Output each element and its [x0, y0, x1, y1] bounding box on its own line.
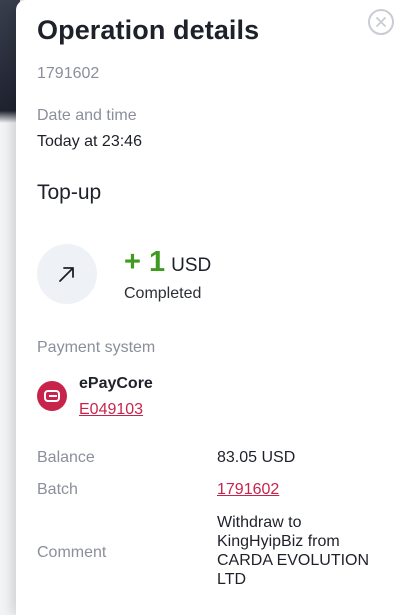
batch-label: Batch: [37, 481, 78, 498]
operation-type: Top-up: [37, 181, 102, 204]
arrow-up-right-icon: [59, 267, 74, 282]
amount-currency: USD: [171, 255, 212, 276]
page-title: Operation details: [37, 15, 260, 45]
comment-value: Withdraw to KingHyipBiz from CARDA EVOLU…: [217, 514, 370, 588]
operation-amount: + 1 USD: [124, 246, 211, 279]
batch-link[interactable]: 1791602: [217, 481, 279, 499]
payment-account-link[interactable]: E049103: [79, 401, 143, 419]
amount-value: + 1: [124, 246, 166, 278]
payment-system-name: ePayCore: [79, 375, 153, 392]
payment-system-label: Payment system: [37, 339, 156, 356]
datetime-label: Date and time: [37, 107, 137, 124]
balance-value: 83.05 USD: [217, 449, 296, 466]
status-text: Completed: [124, 285, 202, 302]
close-button[interactable]: [368, 9, 394, 35]
operation-id: 1791602: [37, 65, 100, 82]
direction-badge: [37, 244, 97, 304]
close-icon: [376, 17, 386, 27]
epaycore-logo-icon: [37, 381, 67, 411]
balance-label: Balance: [37, 449, 95, 466]
comment-label: Comment: [37, 544, 107, 561]
datetime-value: Today at 23:46: [37, 133, 142, 150]
operation-details-panel: Operation details 1791602 Date and time …: [16, 0, 416, 615]
